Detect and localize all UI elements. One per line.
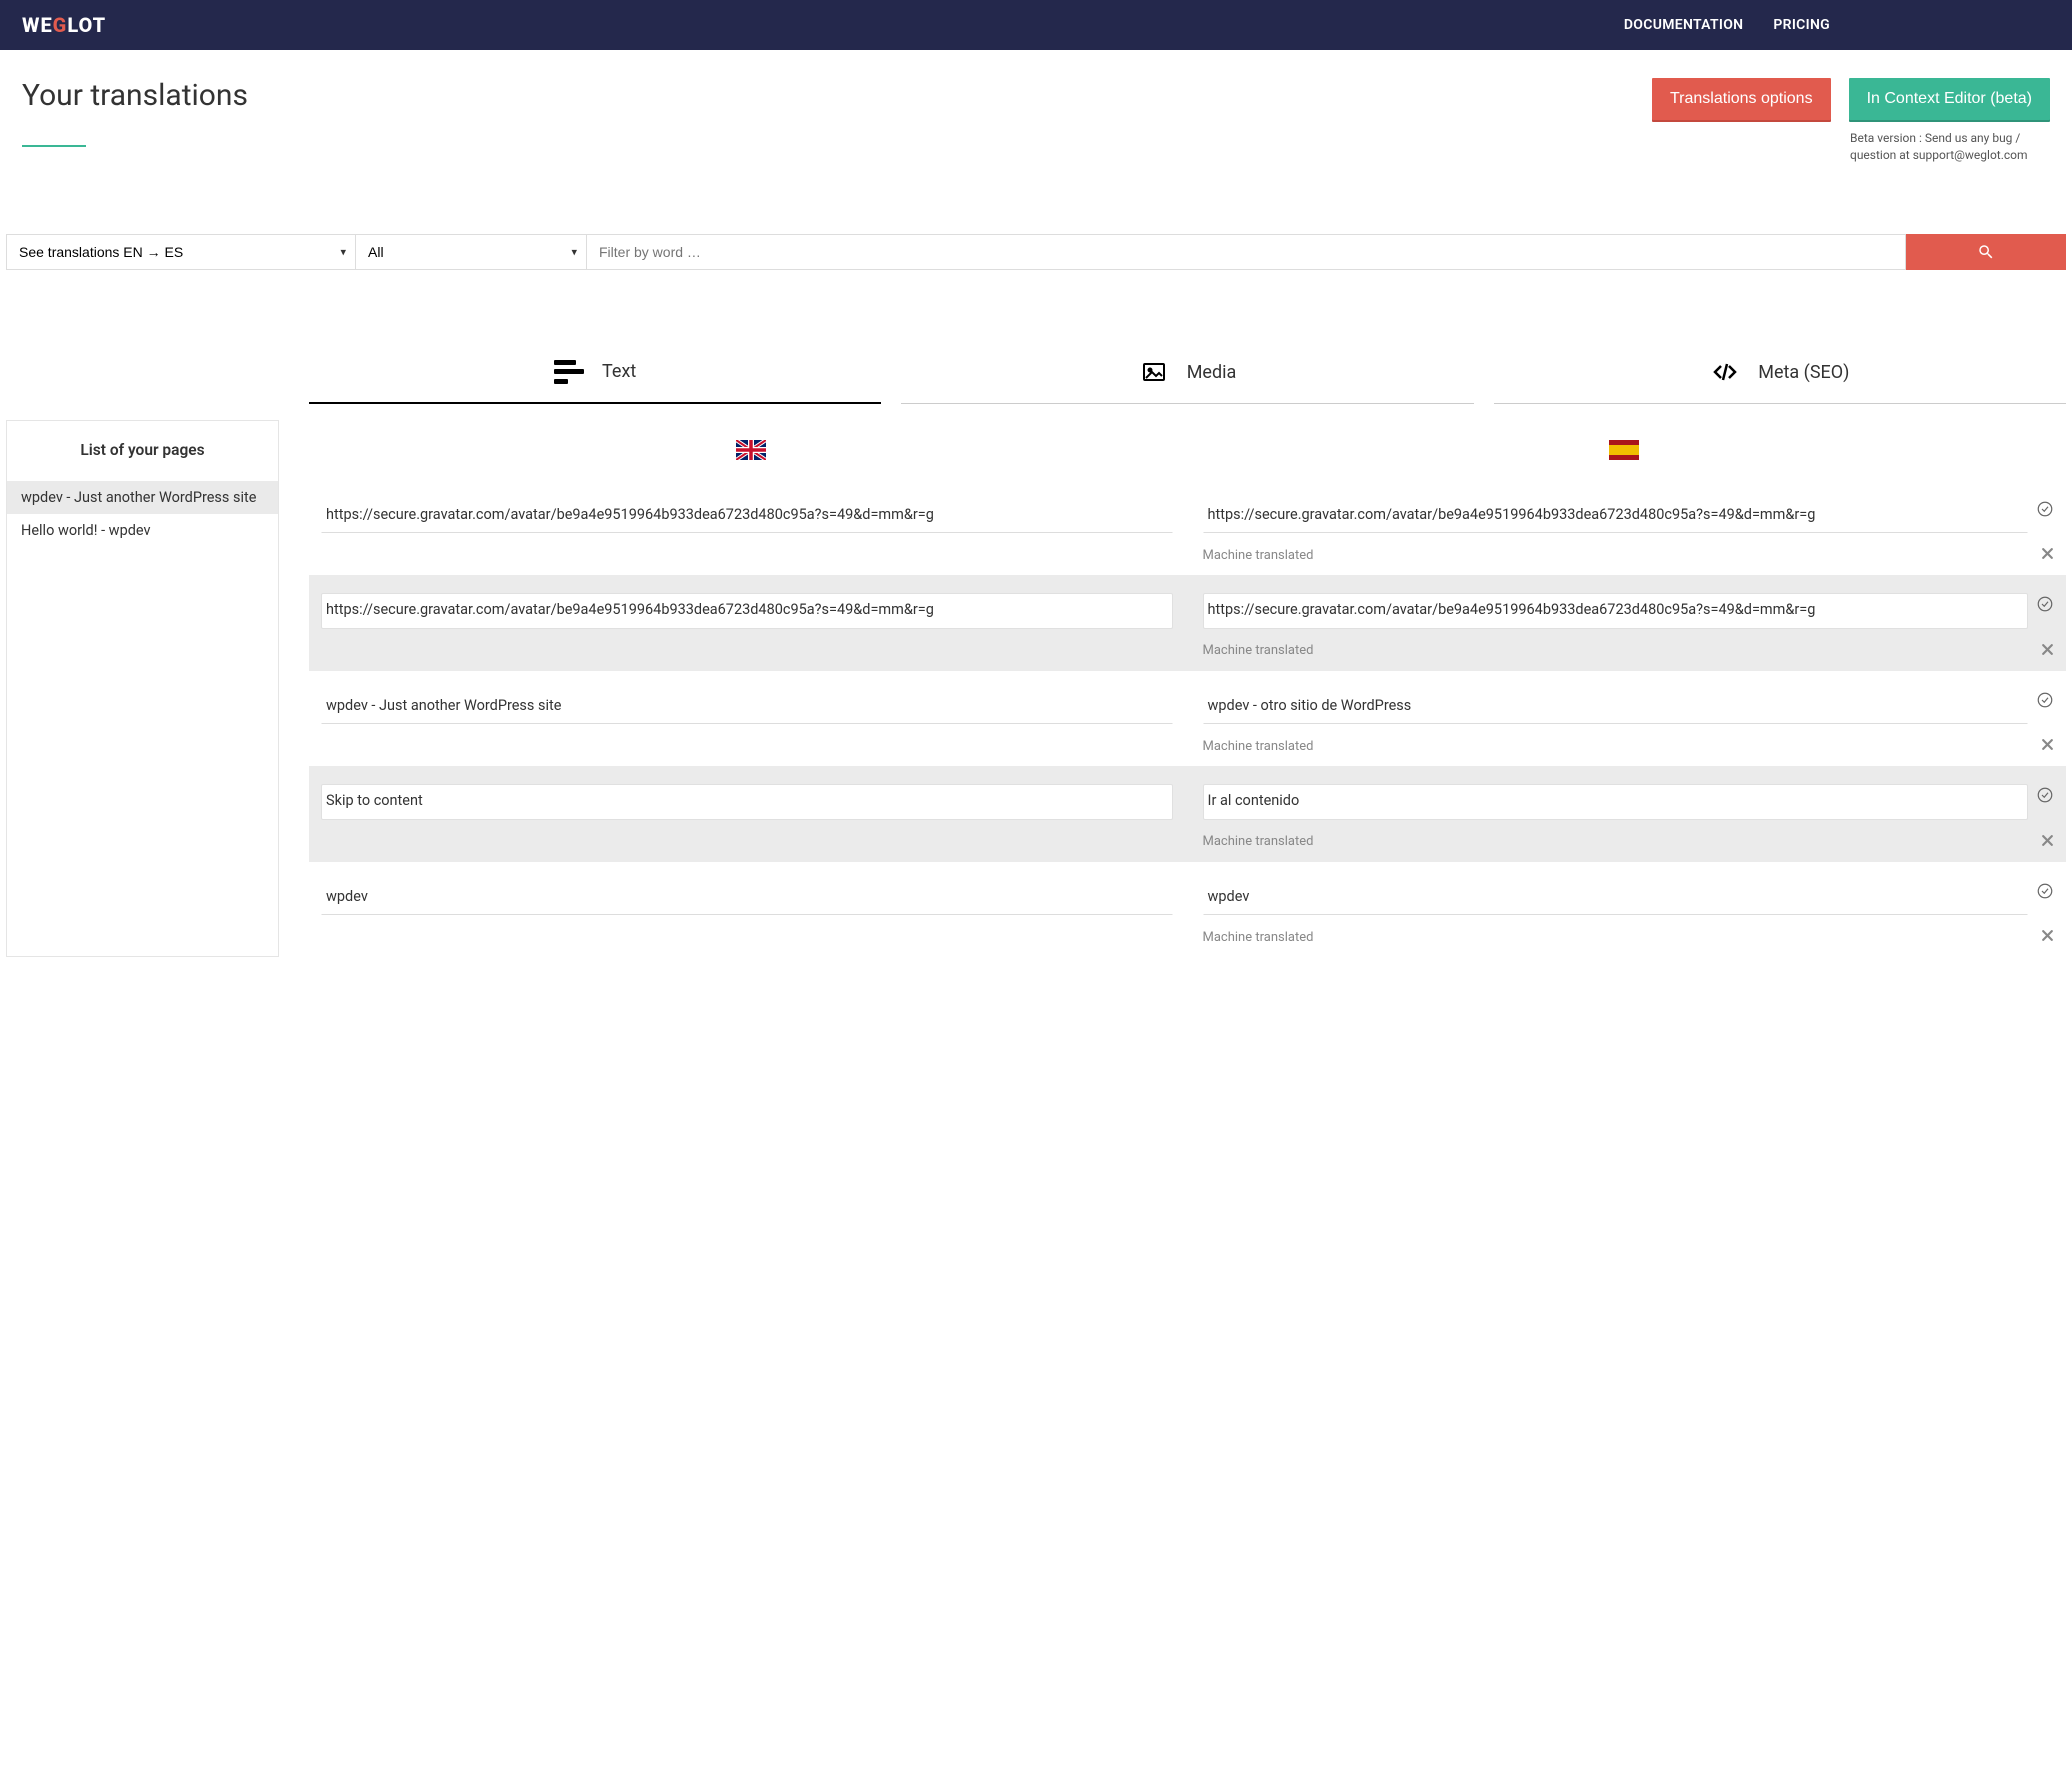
source-flag-col	[315, 440, 1188, 460]
logo-text: WE	[22, 13, 53, 37]
logo-text-accent: G	[53, 13, 68, 37]
delete-button[interactable]	[2041, 834, 2054, 850]
source-col: https://secure.gravatar.com/avatar/be9a4…	[321, 498, 1173, 564]
target-text[interactable]: https://secure.gravatar.com/avatar/be9a4…	[1203, 593, 2029, 629]
target-top: https://secure.gravatar.com/avatar/be9a4…	[1203, 498, 2055, 534]
type-select[interactable]: All	[355, 234, 587, 270]
translation-row: https://secure.gravatar.com/avatar/be9a4…	[309, 480, 2066, 576]
source-text[interactable]: wpdev	[321, 880, 1173, 916]
language-select[interactable]: See translations EN → ES	[6, 234, 356, 270]
target-flag-col	[1188, 440, 2061, 460]
flag-uk-icon	[736, 440, 766, 460]
header-actions: Translations options In Context Editor (…	[1652, 78, 2050, 164]
filter-row: See translations EN → ES All	[0, 234, 2072, 270]
media-icon	[1139, 360, 1169, 384]
tab-text[interactable]: Text	[309, 350, 881, 404]
delete-button[interactable]	[2041, 738, 2054, 754]
text-icon	[554, 360, 584, 384]
main: List of your pages wpdev - Just another …	[0, 270, 2072, 978]
tabs: Text Media Meta (SEO)	[309, 350, 2066, 404]
translation-rows: https://secure.gravatar.com/avatar/be9a4…	[309, 480, 2066, 958]
language-select-wrap: See translations EN → ES	[6, 234, 356, 270]
flag-es-icon	[1609, 440, 1639, 460]
source-text[interactable]: https://secure.gravatar.com/avatar/be9a4…	[321, 593, 1173, 629]
target-top: https://secure.gravatar.com/avatar/be9a4…	[1203, 593, 2055, 629]
source-col: Skip to content	[321, 784, 1173, 850]
source-col: https://secure.gravatar.com/avatar/be9a4…	[321, 593, 1173, 659]
in-context-editor-button[interactable]: In Context Editor (beta)	[1849, 78, 2050, 120]
translations-options-button[interactable]: Translations options	[1652, 78, 1831, 120]
target-text[interactable]: https://secure.gravatar.com/avatar/be9a4…	[1203, 498, 2029, 534]
target-text[interactable]: Ir al contenido	[1203, 784, 2029, 820]
search-icon	[1977, 243, 1995, 261]
approve-button[interactable]	[2036, 691, 2054, 709]
target-text[interactable]: wpdev	[1203, 880, 2029, 916]
approve-button[interactable]	[2036, 786, 2054, 804]
source-col: wpdev - Just another WordPress site	[321, 689, 1173, 755]
tab-label: Text	[602, 361, 636, 382]
search-button[interactable]	[1906, 234, 2066, 270]
tab-meta[interactable]: Meta (SEO)	[1494, 350, 2066, 404]
status-label: Machine translated	[1203, 834, 1314, 849]
source-text[interactable]: https://secure.gravatar.com/avatar/be9a4…	[321, 498, 1173, 534]
sidebar-title: List of your pages	[7, 421, 278, 481]
status-label: Machine translated	[1203, 739, 1314, 754]
target-col: Ir al contenido Machine translated	[1203, 784, 2055, 850]
source-col: wpdev	[321, 880, 1173, 946]
target-top: Ir al contenido	[1203, 784, 2055, 820]
logo-text: LOT	[67, 13, 106, 37]
code-icon	[1710, 360, 1740, 384]
translation-row: Skip to content Ir al contenido Machine tr…	[309, 766, 2066, 862]
target-text[interactable]: wpdev - otro sitio de WordPress	[1203, 689, 2029, 725]
translation-row: wpdev - Just another WordPress site wpdev…	[309, 671, 2066, 767]
source-text[interactable]: wpdev - Just another WordPress site	[321, 689, 1173, 725]
beta-note: Beta version : Send us any bug / questio…	[1850, 130, 2050, 164]
delete-button[interactable]	[2041, 929, 2054, 945]
sidebar-item[interactable]: Hello world! - wpdev	[7, 514, 278, 547]
flag-row	[309, 440, 2066, 480]
row-meta: Machine translated	[1203, 643, 2055, 659]
delete-button[interactable]	[2041, 643, 2054, 659]
delete-button[interactable]	[2041, 547, 2054, 563]
status-label: Machine translated	[1203, 548, 1314, 563]
type-select-wrap: All	[356, 234, 587, 270]
status-label: Machine translated	[1203, 930, 1314, 945]
topnav: DOCUMENTATION PRICING	[1624, 17, 1830, 33]
target-col: https://secure.gravatar.com/avatar/be9a4…	[1203, 498, 2055, 564]
target-col: wpdev - otro sitio de WordPress Machine t…	[1203, 689, 2055, 755]
source-text[interactable]: Skip to content	[321, 784, 1173, 820]
content: Text Media Meta (SEO)	[309, 350, 2066, 958]
approve-button[interactable]	[2036, 882, 2054, 900]
row-meta: Machine translated	[1203, 929, 2055, 945]
title-underline	[22, 145, 86, 147]
topbar: WEGLOT DOCUMENTATION PRICING	[0, 0, 2072, 50]
status-label: Machine translated	[1203, 643, 1314, 658]
nav-documentation[interactable]: DOCUMENTATION	[1624, 17, 1743, 33]
row-meta: Machine translated	[1203, 738, 2055, 754]
nav-pricing[interactable]: PRICING	[1773, 17, 1830, 33]
approve-button[interactable]	[2036, 595, 2054, 613]
target-top: wpdev - otro sitio de WordPress	[1203, 689, 2055, 725]
tab-label: Media	[1187, 362, 1237, 383]
target-col: wpdev Machine translated	[1203, 880, 2055, 946]
search-input[interactable]	[586, 234, 1906, 270]
sidebar-item[interactable]: wpdev - Just another WordPress site	[7, 481, 278, 514]
pages-sidebar: List of your pages wpdev - Just another …	[6, 420, 279, 958]
header-buttons: Translations options In Context Editor (…	[1652, 78, 2050, 120]
translation-row: https://secure.gravatar.com/avatar/be9a4…	[309, 575, 2066, 671]
tab-media[interactable]: Media	[901, 350, 1473, 404]
translation-row: wpdev wpdev Machine translated	[309, 862, 2066, 958]
approve-button[interactable]	[2036, 500, 2054, 518]
target-col: https://secure.gravatar.com/avatar/be9a4…	[1203, 593, 2055, 659]
page-title: Your translations	[22, 78, 248, 113]
tab-label: Meta (SEO)	[1758, 362, 1849, 383]
row-meta: Machine translated	[1203, 834, 2055, 850]
row-meta: Machine translated	[1203, 547, 2055, 563]
logo[interactable]: WEGLOT	[22, 13, 106, 37]
page-header: Your translations Translations options I…	[0, 50, 2072, 174]
target-top: wpdev	[1203, 880, 2055, 916]
page-title-wrap: Your translations	[22, 78, 248, 147]
